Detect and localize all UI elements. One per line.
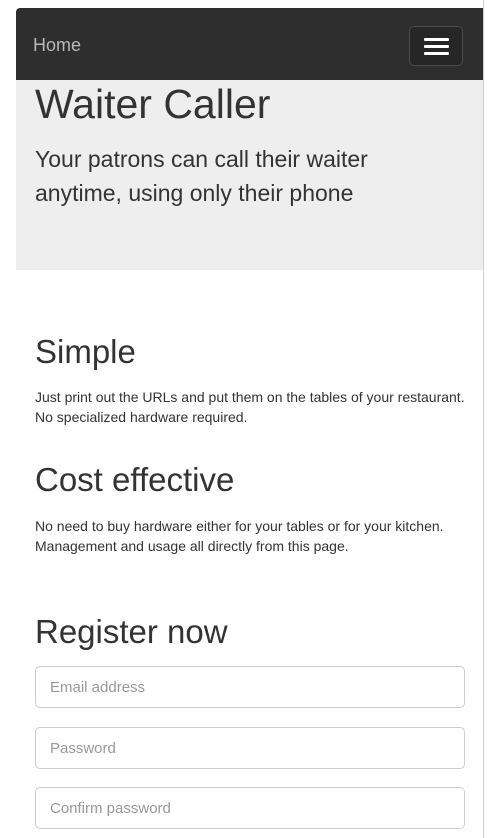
nav-home-link[interactable]: Home: [33, 35, 81, 56]
browser-viewport: Home Waiter Caller Your patrons can call…: [0, 0, 489, 838]
password-input[interactable]: [35, 727, 465, 769]
left-margin: [0, 0, 16, 838]
feature-text-simple: Just print out the URLs and put them on …: [35, 389, 465, 425]
hero-lead: Your patrons can call their waiter anyti…: [35, 146, 368, 206]
navbar-toggle-button[interactable]: [409, 26, 463, 66]
page-content: Home Waiter Caller Your patrons can call…: [16, 0, 489, 838]
register-title: Register now: [35, 613, 228, 650]
feature-title-simple: Simple: [35, 333, 136, 370]
feature-text-cost-effective: No need to buy hardware either for your …: [35, 518, 444, 554]
email-input[interactable]: [35, 666, 465, 708]
feature-title-cost-effective: Cost effective: [35, 461, 235, 498]
hero-title: Waiter Caller: [35, 81, 271, 127]
confirm-password-input[interactable]: [35, 787, 465, 829]
navbar: Home: [16, 8, 483, 80]
viewport-right-edge: [483, 0, 489, 838]
hero-jumbotron: Waiter Caller Your patrons can call thei…: [16, 80, 483, 270]
